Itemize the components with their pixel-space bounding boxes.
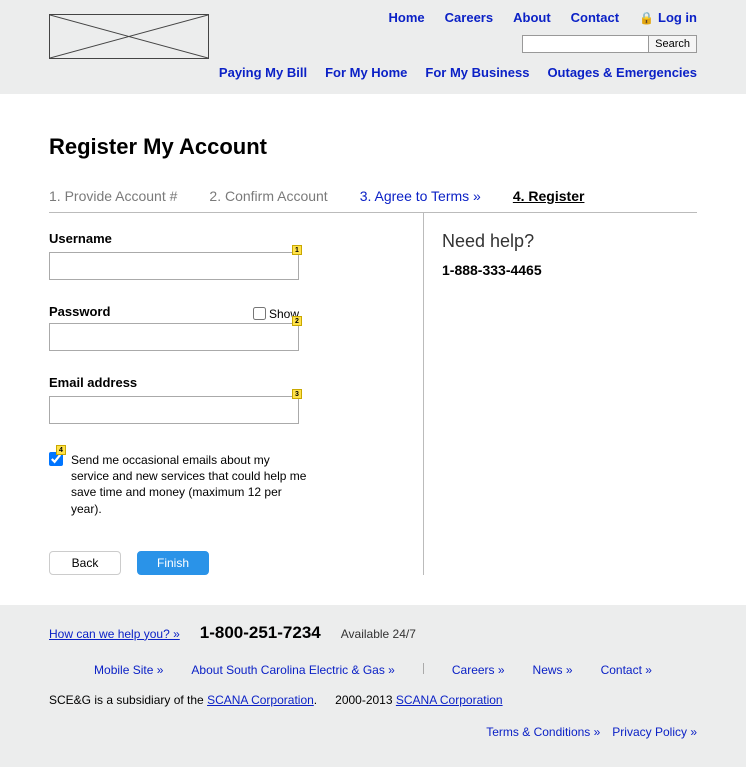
step-3[interactable]: 3. Agree to Terms » <box>360 188 481 204</box>
password-label: Password <box>49 304 110 319</box>
footer-availability: Available 24/7 <box>341 627 416 641</box>
step-2: 2. Confirm Account <box>209 188 327 204</box>
nav-for-home[interactable]: For My Home <box>325 65 407 80</box>
annotation-badge-3: 3 <box>292 389 302 399</box>
page-title: Register My Account <box>49 134 697 160</box>
footer-subsidiary-text: SCE&G is a subsidiary of the SCANA Corpo… <box>49 693 317 707</box>
finish-button[interactable]: Finish <box>137 551 209 575</box>
footer-scana-link-2[interactable]: SCANA Corporation <box>396 693 503 707</box>
email-input[interactable] <box>49 396 299 424</box>
search-input[interactable] <box>523 36 648 52</box>
username-label: Username <box>49 231 393 246</box>
annotation-badge-1: 1 <box>292 245 302 255</box>
footer-contact[interactable]: Contact » <box>601 663 652 677</box>
logo-placeholder <box>49 14 209 59</box>
footer-copyright-text: 2000-2013 SCANA Corporation <box>335 693 502 707</box>
nav-home[interactable]: Home <box>389 10 425 25</box>
step-1: 1. Provide Account # <box>49 188 177 204</box>
step-4: 4. Register <box>513 188 585 204</box>
marketing-emails-text: Send me occasional emails about my servi… <box>71 452 309 517</box>
show-password-checkbox[interactable] <box>253 307 266 320</box>
nav-for-business[interactable]: For My Business <box>425 65 529 80</box>
help-phone: 1-888-333-4465 <box>442 262 697 278</box>
step-indicator: 1. Provide Account # 2. Confirm Account … <box>49 188 697 213</box>
footer-careers[interactable]: Careers » <box>452 663 505 677</box>
username-input[interactable] <box>49 252 299 280</box>
email-label: Email address <box>49 375 393 390</box>
nav-contact[interactable]: Contact <box>571 10 619 25</box>
nav-outages[interactable]: Outages & Emergencies <box>547 65 697 80</box>
nav-login[interactable]: 🔒Log in <box>639 10 697 25</box>
footer-scana-link-1[interactable]: SCANA Corporation <box>207 693 314 707</box>
nav-paying-bill[interactable]: Paying My Bill <box>219 65 307 80</box>
footer-mobile-site[interactable]: Mobile Site » <box>94 663 163 677</box>
footer-terms[interactable]: Terms & Conditions » <box>486 725 600 739</box>
annotation-badge-2: 2 <box>292 316 302 326</box>
password-input[interactable] <box>49 323 299 351</box>
search-button[interactable]: Search <box>648 36 696 52</box>
search-box: Search <box>522 35 697 53</box>
annotation-badge-4: 4 <box>56 445 66 455</box>
nav-careers[interactable]: Careers <box>445 10 493 25</box>
back-button[interactable]: Back <box>49 551 121 575</box>
nav-about[interactable]: About <box>513 10 551 25</box>
footer-phone: 1-800-251-7234 <box>200 623 321 643</box>
footer-divider <box>423 663 424 674</box>
footer-privacy[interactable]: Privacy Policy » <box>612 725 697 739</box>
footer-about-sce[interactable]: About South Carolina Electric & Gas » <box>191 663 394 677</box>
footer-help-link[interactable]: How can we help you? » <box>49 627 180 641</box>
footer-news[interactable]: News » <box>533 663 573 677</box>
help-title: Need help? <box>442 231 697 252</box>
lock-icon: 🔒 <box>639 11 654 25</box>
